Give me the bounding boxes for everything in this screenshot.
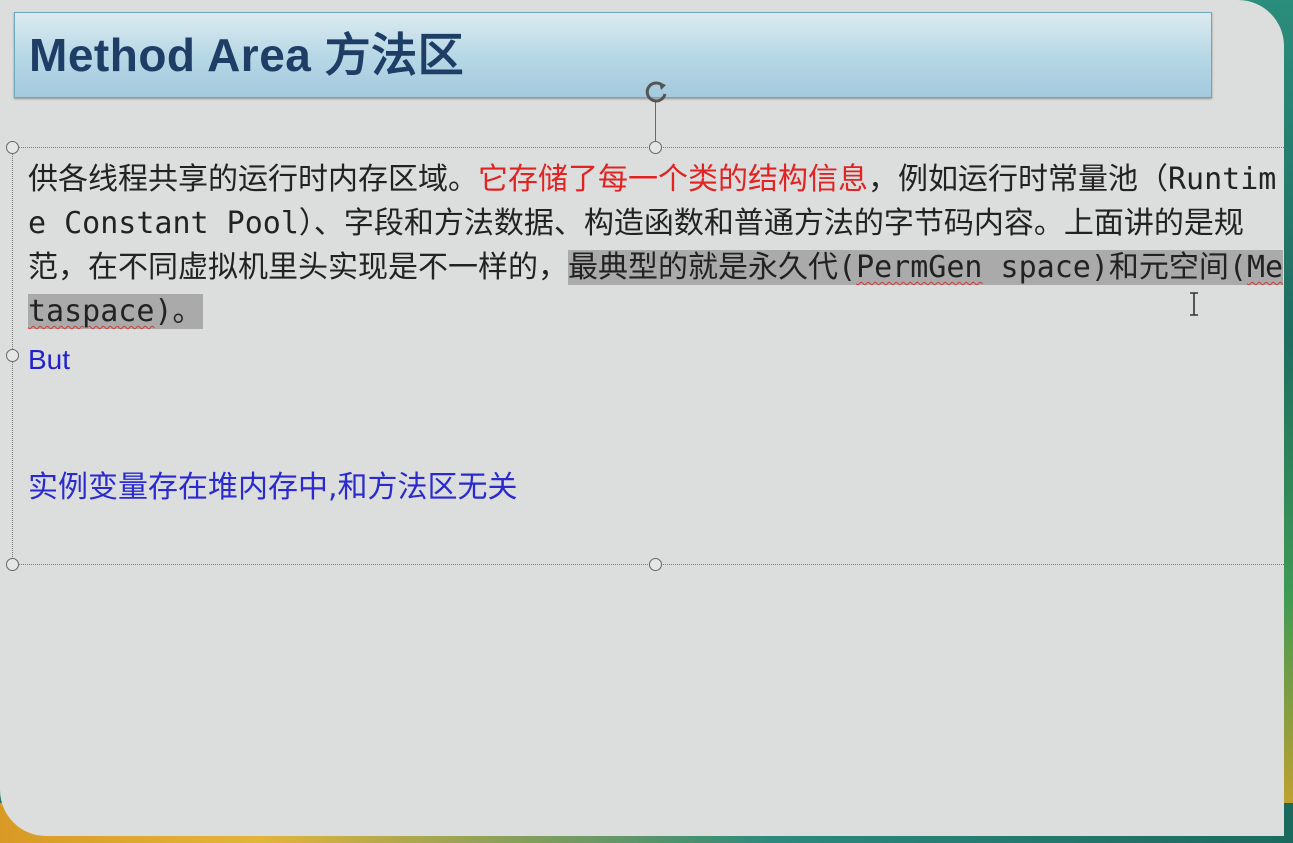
slide-title: Method Area 方法区	[29, 29, 465, 81]
body-text-box[interactable]: 供各线程共享的运行时内存区域。它存储了每一个类的结构信息，例如运行时常量池（Ru…	[28, 158, 1284, 508]
text-cursor-ibeam-icon	[1190, 292, 1198, 316]
paragraph-intro: 供各线程共享的运行时内存区域。	[28, 162, 478, 197]
title-placeholder[interactable]: Method Area 方法区	[14, 12, 1212, 98]
but-text[interactable]: But	[28, 340, 1284, 380]
rotate-handle-connector	[655, 102, 656, 146]
instance-variable-note[interactable]: 实例变量存在堆内存中,和方法区无关	[28, 468, 1284, 508]
resize-handle-bottom-left[interactable]	[6, 558, 19, 571]
selected-text-part-b: space)和元空间(	[982, 250, 1247, 285]
rotate-handle-icon[interactable]	[641, 76, 673, 108]
resize-handle-top-center[interactable]	[649, 141, 662, 154]
paragraph-emphasis-red: 它存储了每一个类的结构信息	[478, 162, 868, 197]
resize-handle-bottom-center[interactable]	[649, 558, 662, 571]
selected-text-part-a: 最典型的就是永久代(	[568, 250, 857, 285]
description-paragraph[interactable]: 供各线程共享的运行时内存区域。它存储了每一个类的结构信息，例如运行时常量池（Ru…	[28, 158, 1284, 334]
selected-text-part-c: )。	[154, 294, 203, 329]
spellcheck-word-permgen: PermGen	[856, 250, 983, 285]
resize-handle-top-left[interactable]	[6, 141, 19, 154]
resize-handle-middle-left[interactable]	[6, 349, 19, 362]
slide-canvas[interactable]: Method Area 方法区 供各线程共享的运行时内存区域。它存储了每一个类的…	[0, 0, 1284, 836]
